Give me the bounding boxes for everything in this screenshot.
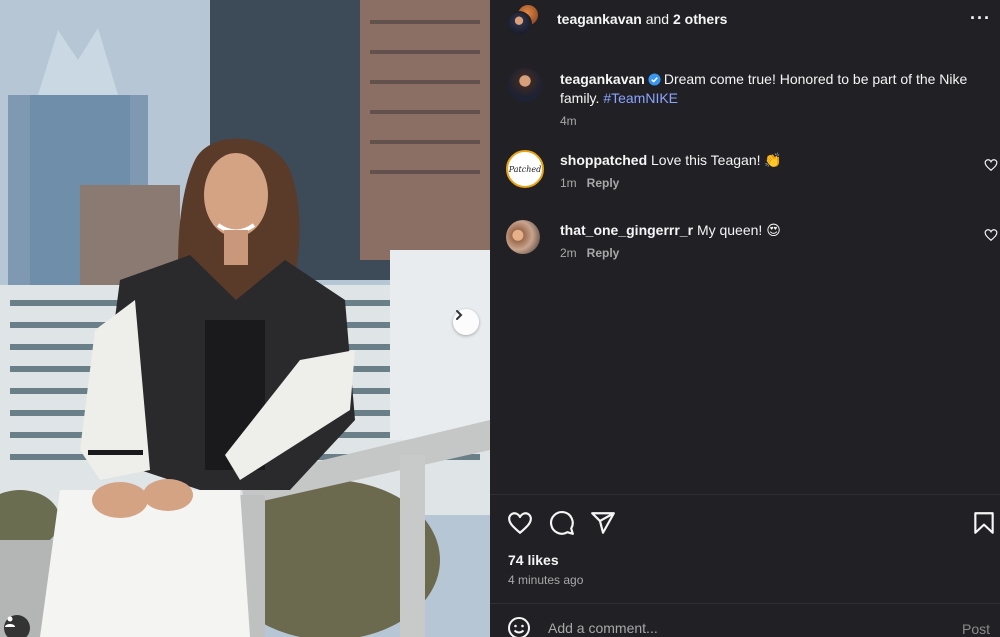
- caption-username-link[interactable]: teagankavan: [560, 71, 645, 87]
- verified-badge-icon: [648, 73, 661, 86]
- avatar[interactable]: [508, 68, 542, 102]
- hashtag-link[interactable]: #TeamNIKE: [603, 90, 678, 106]
- comment-item: that_one_gingerrr_r My queen! 😍 2m Reply: [506, 220, 998, 270]
- bookmark-icon[interactable]: [971, 510, 997, 536]
- avatar[interactable]: [506, 220, 540, 254]
- caption-timestamp: 4m: [560, 114, 577, 128]
- avatar: [506, 11, 532, 37]
- tagged-users-button[interactable]: [4, 615, 30, 637]
- avatar[interactable]: Patched: [506, 150, 544, 188]
- comment-body: Love this Teagan! 👏: [651, 152, 782, 168]
- avatar-logo-text: Patched: [508, 164, 542, 174]
- like-comment-heart-icon[interactable]: [984, 158, 998, 172]
- post-actions: 74 likes 4 minutes ago: [490, 494, 1000, 609]
- comment-timestamp: 1m: [560, 176, 577, 190]
- comment-text: shoppatched Love this Teagan! 👏: [560, 152, 782, 169]
- chevron-right-icon: [456, 310, 463, 320]
- comment-composer: Post: [490, 603, 1000, 637]
- and-text: and: [641, 11, 673, 27]
- comment-meta: 1m Reply: [560, 176, 619, 190]
- author-username-link[interactable]: teagankavan: [557, 11, 642, 27]
- post-timestamp: 4 minutes ago: [508, 573, 584, 587]
- photo-illustration: [0, 0, 490, 637]
- collab-avatars[interactable]: [506, 3, 542, 39]
- emoji-icon[interactable]: [507, 616, 531, 637]
- comment-icon[interactable]: [549, 510, 575, 536]
- share-icon[interactable]: [590, 510, 616, 536]
- post-header: teagankavan and 2 others ···: [490, 0, 1000, 40]
- reply-button[interactable]: Reply: [587, 176, 620, 190]
- post-photo: [0, 0, 490, 637]
- post-details-panel: teagankavan and 2 others ··· teagankavan…: [490, 0, 1000, 637]
- user-icon: [5, 616, 15, 627]
- post-comment-button[interactable]: Post: [962, 621, 990, 637]
- comment-body: My queen! 😍: [696, 222, 781, 238]
- reply-button[interactable]: Reply: [587, 246, 620, 260]
- comment-timestamp: 2m: [560, 246, 577, 260]
- others-link[interactable]: 2 others: [673, 11, 727, 27]
- comment-input[interactable]: [548, 616, 928, 637]
- comment-username-link[interactable]: that_one_gingerrr_r: [560, 222, 693, 238]
- like-comment-heart-icon[interactable]: [984, 228, 998, 242]
- comment-meta: 2m Reply: [560, 246, 619, 260]
- more-options-button[interactable]: ···: [970, 8, 991, 29]
- comment-username-link[interactable]: shoppatched: [560, 152, 647, 168]
- comment-text: that_one_gingerrr_r My queen! 😍: [560, 222, 781, 239]
- caption-text: teagankavan Dream come true! Honored to …: [560, 70, 978, 108]
- heart-icon[interactable]: [507, 510, 533, 536]
- post-authors: teagankavan and 2 others: [557, 11, 727, 27]
- likes-count[interactable]: 74 likes: [508, 552, 559, 568]
- comment-item: Patched shoppatched Love this Teagan! 👏 …: [506, 150, 998, 200]
- next-image-button[interactable]: [453, 309, 479, 335]
